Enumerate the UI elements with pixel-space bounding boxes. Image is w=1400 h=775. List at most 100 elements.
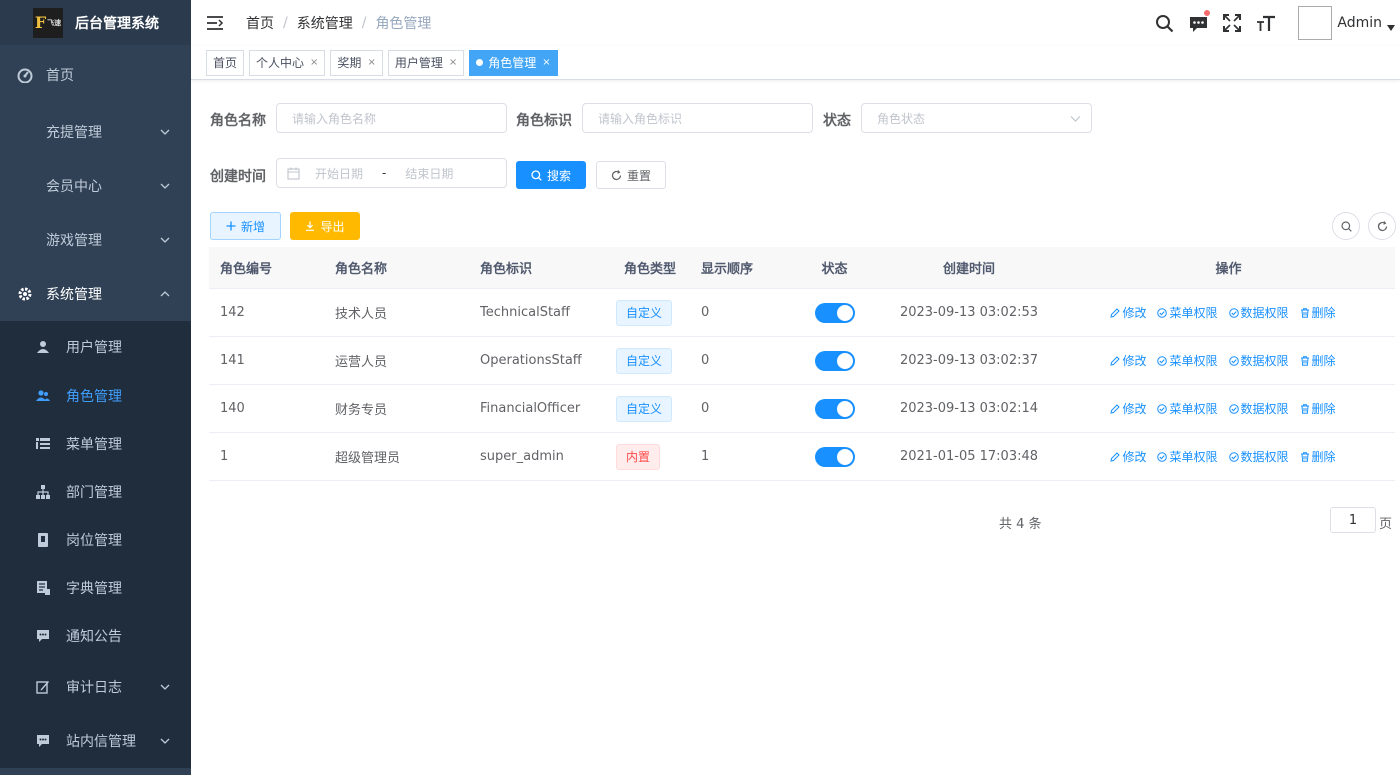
export-button[interactable]: 导出 (290, 212, 360, 240)
created-time-label: 创建时间 (210, 169, 266, 185)
page-number-input[interactable]: 1 (1330, 507, 1376, 533)
sidebar-item-dictionary[interactable]: 字典管理 (0, 564, 191, 612)
data-permission-button[interactable]: 数据权限 (1228, 400, 1289, 417)
status-switch[interactable] (814, 446, 855, 467)
col-role-name[interactable]: 角色名称 (324, 247, 469, 288)
status-select[interactable]: 角色状态 (861, 103, 1092, 133)
right-menu: Admin (1154, 0, 1400, 46)
refresh-button[interactable] (1368, 212, 1396, 240)
data-permission-button[interactable]: 数据权限 (1228, 304, 1289, 321)
status-switch[interactable] (814, 398, 855, 419)
delete-button[interactable]: 删除 (1300, 304, 1336, 321)
role-key-input[interactable]: 请输入角色标识 (582, 103, 813, 133)
sidebar-item-roles[interactable]: 角色管理 (0, 372, 191, 420)
notification-dot (1204, 10, 1211, 16)
col-role-key[interactable]: 角色标识 (469, 247, 613, 288)
logo-mark: F 飞速 (33, 7, 63, 38)
edit-button[interactable]: 修改 (1110, 400, 1146, 417)
col-actions: 操作 (1215, 262, 1242, 277)
caret-down-icon[interactable] (1386, 24, 1396, 32)
range-separator: - (382, 166, 387, 180)
avatar[interactable] (1298, 6, 1333, 40)
add-button[interactable]: 新增 (210, 212, 281, 240)
breadcrumb-home[interactable]: 首页 (246, 13, 274, 33)
tag-home[interactable]: 首页 (206, 49, 245, 76)
data-permission-button[interactable]: 数据权限 (1228, 448, 1289, 465)
delete-button[interactable]: 删除 (1300, 448, 1336, 465)
chevron-up-icon (160, 291, 170, 297)
sidebar-item-menus[interactable]: 菜单管理 (0, 420, 191, 468)
status-switch[interactable] (814, 350, 855, 371)
sidebar-item-label: 游戏管理 (46, 233, 102, 249)
cell-role-name: 财务专员 (335, 403, 388, 418)
end-date-input[interactable]: 结束日期 (405, 165, 453, 182)
circle-check-icon (1157, 307, 1168, 318)
fullscreen-icon[interactable] (1222, 13, 1242, 33)
table-row[interactable]: 142 技术人员 TechnicalStaff 自定义 0 2023-09-13 03:0… (209, 289, 1395, 337)
status-switch[interactable] (814, 302, 855, 323)
sidebar-item-home[interactable]: 首页 (0, 45, 191, 105)
logo[interactable]: F 飞速 后台管理系统 (0, 0, 191, 45)
search-icon (531, 169, 542, 181)
col-role-type[interactable]: 角色类型 (613, 247, 690, 288)
role-name-label: 角色名称 (210, 113, 266, 129)
sidebar-item-system[interactable]: 系统管理 (0, 267, 191, 321)
col-role-id[interactable]: 角色编号 (209, 247, 324, 288)
close-icon[interactable]: × (449, 57, 457, 68)
sidebar-item-deposit[interactable]: 充提管理 (0, 105, 191, 159)
sidebar-item-audit-log[interactable]: 审计日志 (0, 660, 191, 714)
table-row[interactable]: 141 运营人员 OperationsStaff 自定义 0 2023-09-13 03:… (209, 337, 1395, 385)
breadcrumb-current: 角色管理 (375, 16, 432, 32)
close-icon[interactable]: × (542, 57, 550, 68)
menu-permission-button[interactable]: 菜单权限 (1157, 352, 1218, 369)
role-name-input[interactable]: 请输入角色名称 (276, 103, 507, 133)
cell-role-name: 运营人员 (335, 355, 388, 370)
sidebar-item-users[interactable]: 用户管理 (0, 321, 191, 372)
tag-role-management[interactable]: 角色管理 × (469, 49, 558, 76)
search-icon[interactable] (1154, 13, 1174, 33)
reset-button[interactable]: 重置 (596, 161, 666, 189)
edit-button[interactable]: 修改 (1110, 352, 1146, 369)
delete-button[interactable]: 删除 (1300, 400, 1336, 417)
col-created[interactable]: 创建时间 (876, 247, 1062, 288)
sidebar-item-departments[interactable]: 部门管理 (0, 468, 191, 516)
menu-permission-button[interactable]: 菜单权限 (1157, 448, 1218, 465)
sidebar-item-label: 字典管理 (66, 581, 122, 597)
peoples-icon (36, 389, 50, 403)
user-name[interactable]: Admin (1337, 15, 1382, 31)
sidebar-item-games[interactable]: 游戏管理 (0, 213, 191, 267)
sidebar-item-posts[interactable]: 岗位管理 (0, 516, 191, 564)
start-date-input[interactable]: 开始日期 (315, 165, 363, 182)
sidebar-item-notices[interactable]: 通知公告 (0, 612, 191, 660)
font-size-icon[interactable] (1256, 13, 1276, 33)
date-range-picker[interactable]: 开始日期 - 结束日期 (276, 158, 507, 188)
search-button[interactable]: 搜索 (516, 161, 586, 189)
refresh-icon (1377, 220, 1387, 231)
data-permission-button[interactable]: 数据权限 (1228, 352, 1289, 369)
toggle-search-button[interactable] (1332, 212, 1360, 240)
hamburger-icon[interactable] (206, 14, 224, 32)
edit-button[interactable]: 修改 (1110, 304, 1146, 321)
message-icon[interactable] (1188, 10, 1211, 33)
roles-table: 角色编号 角色名称 角色标识 角色类型 显示顺序 状态 创建时间 操作 142 技… (209, 247, 1395, 481)
menu-permission-button[interactable]: 菜单权限 (1157, 304, 1218, 321)
table-row[interactable]: 1 超级管理员 super_admin 内置 1 2021-01-05 17:03:48 修… (209, 433, 1395, 481)
tree-icon (36, 485, 50, 499)
sidebar-item-inbox[interactable]: 站内信管理 (0, 714, 191, 768)
table-row[interactable]: 140 财务专员 FinancialOfficer 自定义 0 2023-09-13 03… (209, 385, 1395, 433)
delete-button[interactable]: 删除 (1300, 352, 1336, 369)
edit-button[interactable]: 修改 (1110, 448, 1146, 465)
breadcrumb-separator: / (283, 15, 288, 31)
breadcrumb-system[interactable]: 系统管理 (297, 13, 353, 33)
cell-status (793, 289, 876, 336)
sidebar: F 飞速 后台管理系统 首页 充提管理 会员中心 游戏管理 系统管理 用户管理 角… (0, 0, 191, 775)
menu-permission-button[interactable]: 菜单权限 (1157, 400, 1218, 417)
col-sort[interactable]: 显示顺序 (690, 247, 793, 288)
tag-user-management[interactable]: 用户管理 × (387, 49, 465, 76)
sidebar-item-members[interactable]: 会员中心 (0, 159, 191, 213)
close-icon[interactable]: × (310, 57, 318, 68)
tag-lottery-period[interactable]: 奖期 × (330, 49, 383, 76)
tag-profile[interactable]: 个人中心 × (249, 49, 326, 76)
col-status[interactable]: 状态 (793, 247, 876, 288)
close-icon[interactable]: × (367, 57, 375, 68)
